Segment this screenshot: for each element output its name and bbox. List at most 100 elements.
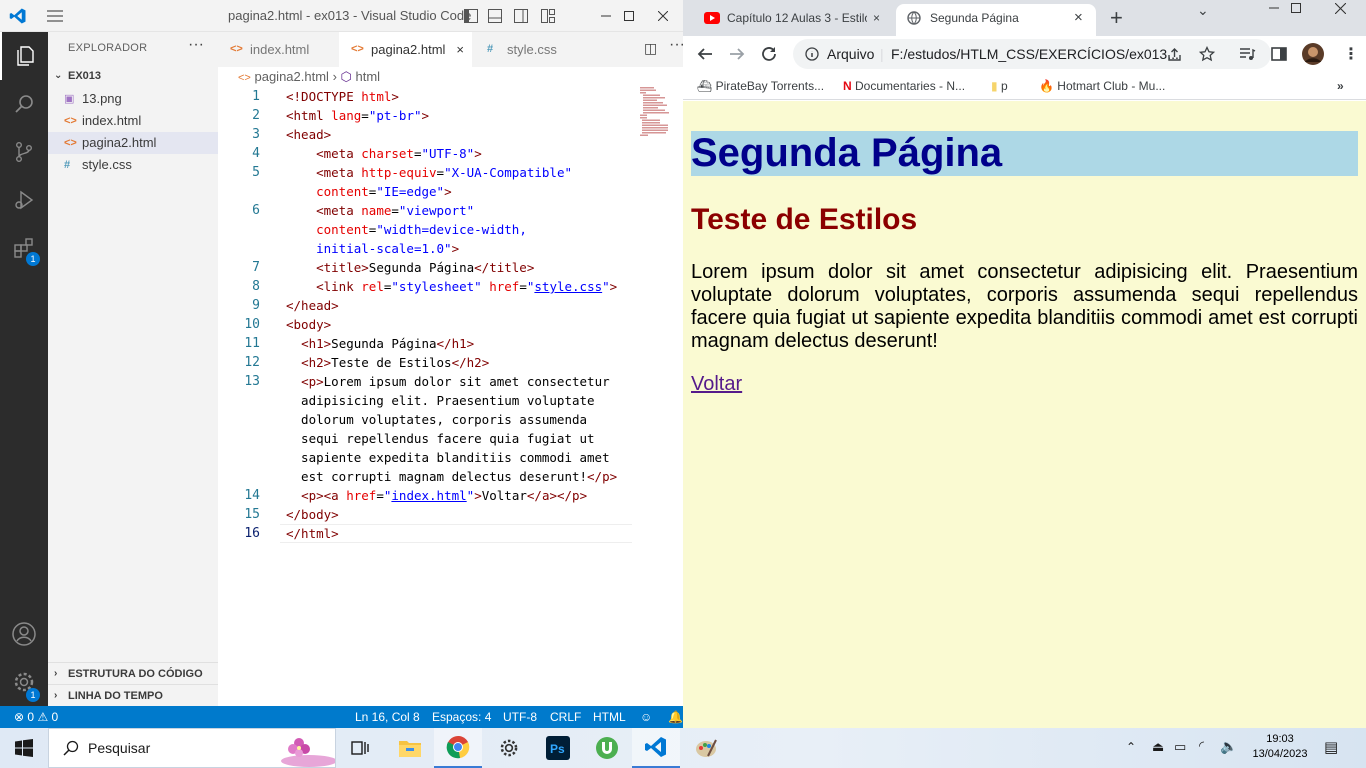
photoshop-icon[interactable]: Ps	[534, 728, 582, 768]
line-number: 9	[252, 298, 260, 313]
maximize-button[interactable]	[1273, 0, 1319, 24]
breadcrumb-file[interactable]: pagina2.html	[254, 69, 328, 84]
bookmark-piratebay[interactable]: ⛴ PirateBay Torrents...	[697, 78, 824, 94]
reload-icon[interactable]	[760, 45, 778, 63]
folder-ex013[interactable]: ⌄ EX013	[48, 66, 218, 86]
split-editor-icon[interactable]: ◫	[644, 40, 657, 57]
share-icon[interactable]	[1167, 47, 1182, 62]
customize-layout-icon[interactable]	[540, 8, 556, 24]
settings-gear-icon[interactable]	[485, 728, 533, 768]
utorrent-icon[interactable]	[583, 728, 631, 768]
run-debug-icon[interactable]	[0, 176, 48, 224]
address-text[interactable]: F:/estudos/HTLM_CSS/EXERCÍCIOS/ex013...	[891, 39, 1179, 69]
cursor-position[interactable]: Ln 16, Col 8	[355, 706, 420, 728]
page-subheading: Teste de Estilos	[691, 203, 918, 236]
back-arrow-icon[interactable]	[696, 45, 714, 63]
encoding[interactable]: UTF-8	[503, 706, 537, 728]
line-number: 15	[244, 507, 260, 522]
toggle-panel-icon[interactable]	[487, 8, 503, 24]
code-line: </html>	[286, 526, 339, 541]
close-button[interactable]	[1317, 0, 1363, 24]
address-bar[interactable]: Arquivo | F:/estudos/HTLM_CSS/EXERCÍCIOS…	[793, 39, 1271, 69]
new-tab-button[interactable]: +	[1110, 4, 1123, 32]
usb-device-icon[interactable]: ⏏	[1152, 739, 1164, 755]
css-file-icon: #	[64, 159, 71, 171]
start-button[interactable]	[0, 728, 48, 768]
line-number: 1	[252, 89, 260, 104]
toggle-secondary-sidebar-icon[interactable]	[513, 8, 529, 24]
chevron-right-icon: ›	[54, 668, 58, 679]
vscode-logo-icon	[9, 8, 26, 24]
close-tab-icon[interactable]: ×	[873, 4, 880, 32]
file-index-html[interactable]: <> index.html	[48, 110, 218, 132]
file-label: index.html	[82, 113, 142, 128]
minimap[interactable]	[640, 87, 683, 147]
more-actions-icon[interactable]: ···	[188, 36, 204, 54]
bookmark-star-icon[interactable]	[1199, 46, 1215, 62]
search-icon[interactable]	[0, 80, 48, 128]
line-number: 13	[244, 374, 260, 389]
voltar-link[interactable]: Voltar	[691, 373, 742, 396]
toggle-primary-sidebar-icon[interactable]	[463, 8, 479, 24]
forward-arrow-icon[interactable]	[728, 45, 746, 63]
tab-index-html[interactable]: <> index.html	[218, 32, 335, 67]
kebab-menu-icon[interactable]: ⋮	[1343, 44, 1359, 64]
bookmark-hotmart[interactable]: 🔥 Hotmart Club - Mu...	[1039, 78, 1165, 94]
section-outline[interactable]: › ESTRUTURA DO CÓDIGO	[48, 662, 218, 684]
tab-youtube[interactable]: Capítulo 12 Aulas 3 - Estilo ×	[695, 4, 889, 36]
file-label: style.css	[82, 157, 132, 172]
paint-icon[interactable]	[682, 728, 730, 768]
line-number: 14	[244, 488, 260, 503]
language-mode[interactable]: HTML	[593, 706, 626, 728]
system-clock[interactable]: 19:03 13/04/2023	[1248, 732, 1312, 762]
hamburger-menu-icon[interactable]	[46, 8, 64, 24]
bookmark-documentaries[interactable]: N Documentaries - N...	[843, 78, 965, 94]
more-bookmarks-chevron-icon[interactable]: »	[1337, 78, 1344, 94]
chrome-taskbar-icon[interactable]	[434, 728, 482, 768]
code-editor[interactable]: 1 2 3 4 5 6 7 8 9 10 11 12 13 14 15 16 <!DOCTYPE html> …	[218, 87, 683, 706]
source-control-icon[interactable]	[0, 128, 48, 176]
close-tab-icon[interactable]: ×	[456, 32, 464, 67]
end-of-line[interactable]: CRLF	[550, 706, 581, 728]
show-hidden-icons-chevron-icon[interactable]: ⌃	[1126, 740, 1136, 754]
extensions-icon[interactable]: 1	[0, 224, 48, 272]
section-label: ESTRUTURA DO CÓDIGO	[68, 668, 203, 680]
file-13-png[interactable]: ▣ 13.png	[48, 88, 218, 110]
settings-gear-icon[interactable]: 1	[0, 658, 48, 706]
section-timeline[interactable]: › LINHA DO TEMPO	[48, 684, 218, 706]
wifi-icon[interactable]: ◜	[1199, 738, 1204, 754]
close-button[interactable]	[640, 0, 686, 32]
battery-icon[interactable]: ▭	[1174, 739, 1186, 755]
file-pagina2-html[interactable]: <> pagina2.html	[48, 132, 218, 154]
media-controls-icon[interactable]	[1238, 45, 1256, 63]
notifications-bell-icon[interactable]: 🔔	[668, 706, 683, 728]
volume-icon[interactable]: 🔈	[1220, 738, 1237, 755]
taskbar-search-box[interactable]: Pesquisar	[48, 728, 336, 768]
bookmark-folder-p[interactable]: ▮ p	[991, 78, 1008, 94]
breadcrumb-element[interactable]: html	[356, 69, 381, 84]
file-style-css[interactable]: # style.css	[48, 154, 218, 176]
hotmart-icon: 🔥	[1039, 79, 1054, 93]
tab-style-css[interactable]: # style.css	[475, 32, 593, 67]
notification-center-icon[interactable]: ▤	[1324, 738, 1338, 756]
feedback-icon[interactable]: ☺	[640, 706, 652, 728]
tab-pagina2-html[interactable]: <> pagina2.html ×	[339, 32, 472, 67]
explorer-icon[interactable]	[0, 32, 48, 80]
code-line: content="IE=edge">	[316, 184, 452, 199]
error-icon: ⊗	[14, 710, 25, 724]
indentation[interactable]: Espaços: 4	[432, 706, 491, 728]
code-line: <title>Segunda Página</title>	[316, 260, 535, 275]
info-icon[interactable]	[805, 47, 819, 61]
problems-indicator[interactable]: ⊗ 0 ⚠ 0	[14, 706, 58, 728]
close-tab-icon[interactable]: ×	[1074, 4, 1083, 32]
file-explorer-icon[interactable]	[386, 728, 434, 768]
account-icon[interactable]	[0, 610, 48, 658]
tab-segunda-pagina[interactable]: Segunda Página ×	[896, 4, 1096, 36]
line-number: 11	[244, 336, 260, 351]
side-panel-icon[interactable]	[1270, 45, 1288, 63]
task-view-icon[interactable]	[336, 728, 384, 768]
profile-avatar[interactable]	[1301, 42, 1325, 66]
code-line: <html lang="pt-br">	[286, 108, 430, 123]
tab-search-chevron-icon[interactable]: ⌄	[1197, 2, 1209, 19]
vscode-taskbar-icon[interactable]	[632, 728, 680, 768]
